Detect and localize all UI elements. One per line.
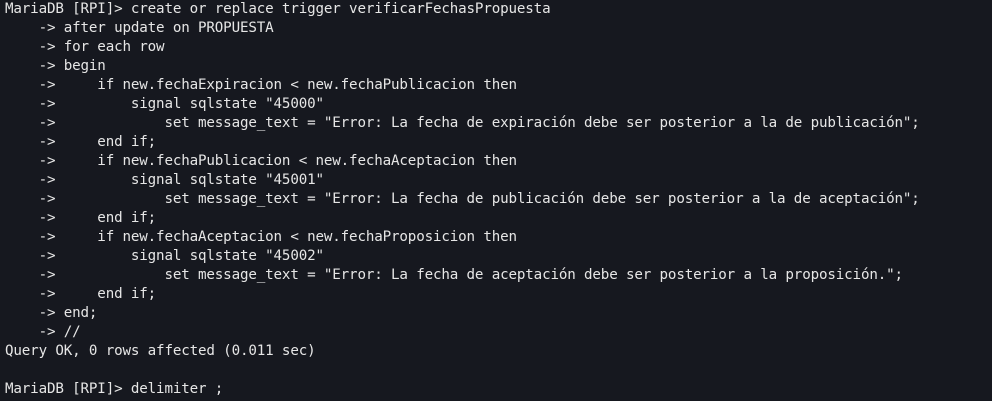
terminal-line: -> if new.fechaAceptacion < new.fechaPro… (5, 229, 517, 245)
terminal-line: -> end; (5, 305, 98, 321)
terminal-line: -> end if; (5, 134, 157, 150)
terminal-line: -> if new.fechaExpiracion < new.fechaPub… (5, 77, 517, 93)
terminal-line: -> begin (5, 58, 106, 74)
terminal-line: -> signal sqlstate "45001" (5, 172, 324, 188)
command-prompt-line: MariaDB [RPI]> delimiter ; (5, 381, 224, 397)
terminal-line: -> for each row (5, 39, 165, 55)
terminal-window[interactable]: MariaDB [RPI]> create or replace trigger… (0, 0, 992, 401)
terminal-line: -> end if; (5, 286, 157, 302)
terminal-line: -> set message_text = "Error: La fecha d… (5, 115, 920, 131)
terminal-line: MariaDB [RPI]> create or replace trigger… (5, 1, 551, 17)
terminal-line: -> // (5, 324, 81, 340)
terminal-line: -> set message_text = "Error: La fecha d… (5, 267, 903, 283)
query-result-line: Query OK, 0 rows affected (0.011 sec) (5, 343, 316, 359)
terminal-line: -> set message_text = "Error: La fecha d… (5, 191, 920, 207)
terminal-line: -> end if; (5, 210, 157, 226)
terminal-line: -> after update on PROPUESTA (5, 20, 274, 36)
terminal-line: -> if new.fechaPublicacion < new.fechaAc… (5, 153, 517, 169)
terminal-line: -> signal sqlstate "45000" (5, 96, 324, 112)
terminal-line: -> signal sqlstate "45002" (5, 248, 324, 264)
